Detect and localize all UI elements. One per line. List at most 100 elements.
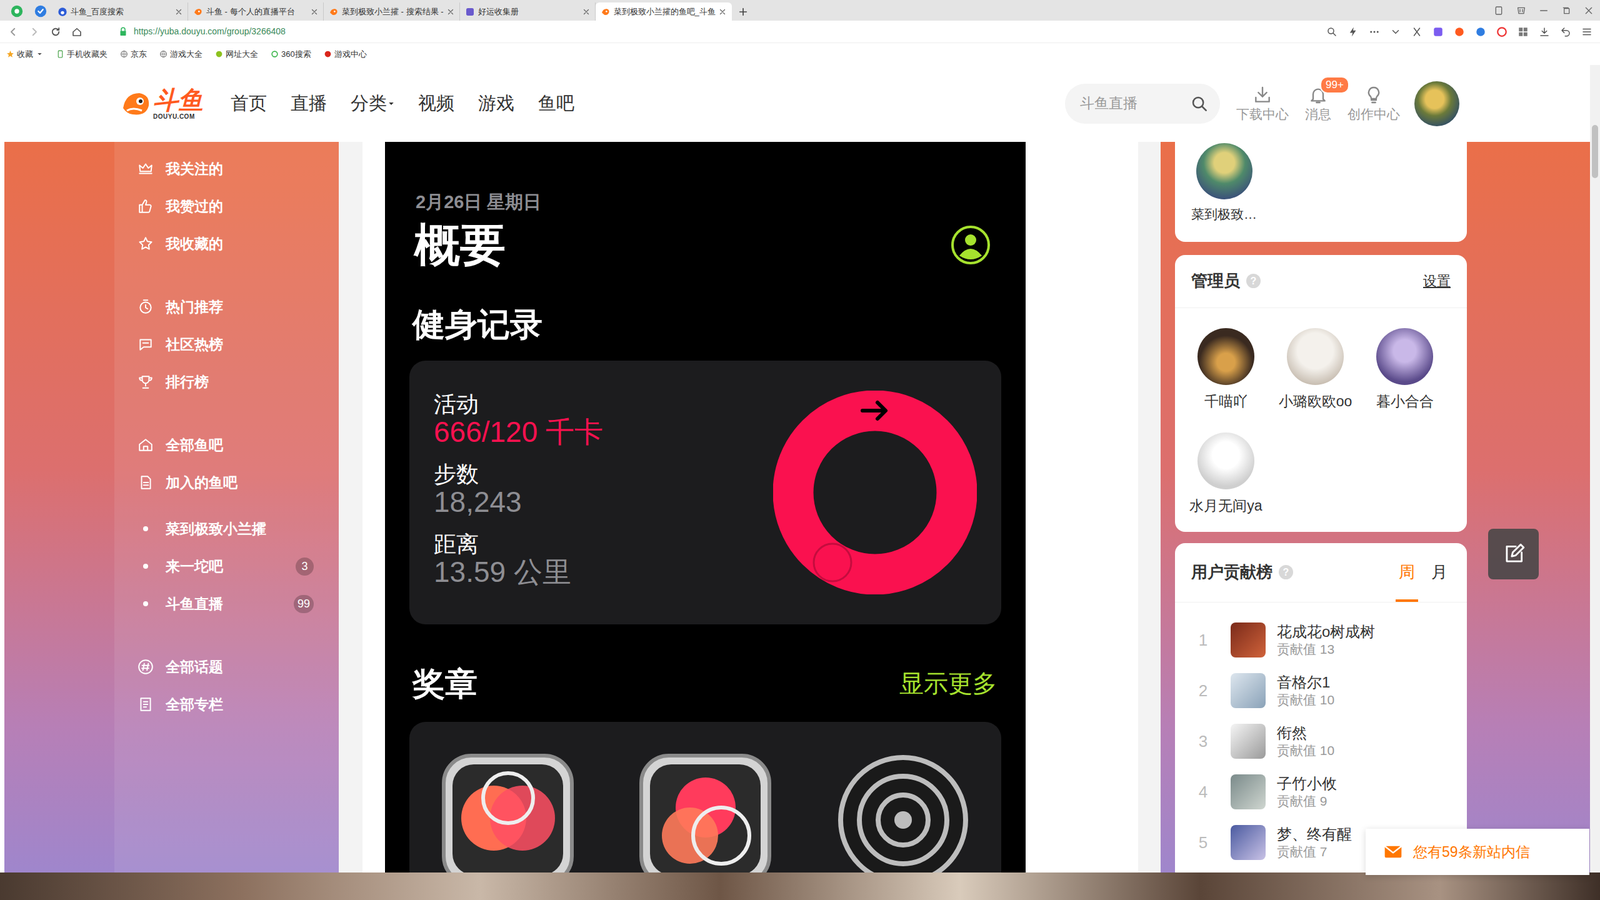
download-icon-part[interactable]	[1538, 26, 1550, 38]
bookmark[interactable]: 360搜索	[270, 48, 312, 61]
clock-icon-part-part[interactable]	[140, 300, 151, 314]
lightning-icon-part[interactable]	[1347, 26, 1359, 38]
menu-icon-part[interactable]	[1581, 26, 1593, 38]
thumb-up-icon-part[interactable]	[137, 198, 154, 215]
browser-logo-icon-part-part[interactable]	[11, 5, 23, 17]
extension-icon-part-part[interactable]	[1433, 27, 1443, 37]
close-icon-part[interactable]	[175, 8, 183, 16]
tab-label[interactable]: 好运收集册	[478, 5, 580, 19]
bookmark[interactable]: 手机收藏夹	[56, 48, 108, 61]
shield-icon[interactable]	[33, 4, 48, 19]
nav-link[interactable]: 首页	[230, 90, 267, 118]
new-tab-icon-part-part[interactable]	[739, 8, 747, 16]
admin-member[interactable]: 暮小合合	[1360, 328, 1450, 410]
user-name[interactable]: 花成花o树成树	[1276, 622, 1375, 642]
bookmark[interactable]: 网址大全	[215, 48, 259, 61]
zoom-icon-part[interactable]	[1326, 26, 1338, 38]
group-name[interactable]: 菜到极致…	[1191, 204, 1451, 225]
forward-icon-part-part[interactable]	[33, 28, 37, 35]
bookmark-label[interactable]: 游戏中心	[334, 48, 367, 61]
download-icon-part-part[interactable]	[1540, 28, 1549, 36]
crown-icon-part-part[interactable]	[139, 163, 152, 174]
scrollbar[interactable]	[1590, 65, 1600, 873]
close-icon-part-part[interactable]	[583, 9, 589, 14]
shirt-icon-part[interactable]	[1516, 5, 1527, 16]
thumb-up-icon-part-part[interactable]	[139, 200, 151, 213]
hashtag-icon-part[interactable]	[137, 658, 154, 675]
hashtag-icon-part-part[interactable]	[138, 660, 153, 674]
hashtag-icon[interactable]	[137, 658, 154, 675]
extension-icon[interactable]	[1432, 26, 1444, 38]
tab-label[interactable]: 斗鱼_百度搜索	[70, 5, 172, 19]
sidebar-item[interactable]: 全部专栏	[137, 685, 339, 724]
home-icon-part[interactable]	[71, 26, 83, 38]
sidebar-label[interactable]: 排行榜	[165, 371, 209, 394]
crown-icon[interactable]	[137, 160, 154, 177]
reload-icon[interactable]	[50, 26, 62, 38]
close-icon-part[interactable]	[446, 8, 455, 16]
scissors-icon-part-part[interactable]	[1414, 28, 1420, 36]
admin-avatar[interactable]	[1376, 328, 1434, 385]
sidebar-label[interactable]: 我赞过的	[165, 195, 224, 218]
shirt-icon-part-part[interactable]	[1518, 7, 1525, 14]
close-window-icon-part-part[interactable]	[1585, 7, 1592, 14]
ranking-tab[interactable]: 月	[1428, 543, 1451, 602]
close-icon-part-part[interactable]	[312, 9, 317, 14]
admin-avatar[interactable]	[1197, 328, 1255, 385]
browser-logo-icon[interactable]	[10, 4, 24, 19]
admin-member[interactable]: 千喵吖	[1181, 328, 1271, 410]
restore-icon-part-part[interactable]	[1563, 7, 1569, 14]
user-avatar[interactable]	[1414, 81, 1460, 127]
clock-icon-part[interactable]	[137, 298, 154, 315]
nav-label[interactable]: 游戏	[478, 90, 515, 118]
bookmark-label[interactable]: 手机收藏夹	[66, 48, 108, 61]
star-icon-part[interactable]	[137, 235, 154, 252]
browser-tab[interactable]: 菜到极致小兰攉的鱼吧_斗鱼	[595, 2, 732, 21]
sidebar-toggle-icon-part[interactable]	[1493, 5, 1504, 16]
sidebar-label[interactable]: 我收藏的	[165, 233, 224, 255]
nav-link[interactable]: 鱼吧	[538, 90, 575, 118]
close-icon[interactable]	[175, 8, 183, 16]
edit-icon[interactable]	[1501, 542, 1526, 567]
bulb-icon[interactable]	[1363, 85, 1384, 105]
zoom-icon[interactable]	[1326, 26, 1338, 38]
shirt-icon[interactable]	[1516, 5, 1527, 16]
sidebar-toggle-icon-part-part[interactable]	[1495, 6, 1502, 15]
column-icon-part[interactable]	[137, 696, 154, 713]
menu-icon[interactable]	[1581, 26, 1593, 38]
extension-icon-part-part[interactable]	[1476, 27, 1485, 37]
browser-tab[interactable]: 斗鱼_百度搜索	[52, 2, 189, 21]
browser-logo-icon-part[interactable]	[10, 4, 24, 19]
sidebar-label[interactable]: 全部话题	[165, 656, 224, 679]
apps-icon-part-part[interactable]	[1518, 31, 1523, 36]
mascot-icon[interactable]	[120, 88, 152, 120]
sidebar-item[interactable]: 来一坨吧3	[137, 547, 339, 585]
bookmark[interactable]: 游戏中心	[323, 48, 367, 61]
scissors-icon[interactable]	[1411, 26, 1423, 38]
scrollbar-thumb[interactable]	[1591, 125, 1599, 179]
sidebar-label[interactable]: 热门推荐	[165, 296, 224, 319]
group-avatar[interactable]	[1196, 143, 1253, 200]
column-icon[interactable]	[137, 696, 154, 713]
caret-icon-part-part[interactable]	[388, 101, 394, 105]
ranking-tab[interactable]: 周	[1395, 543, 1419, 602]
zoom-icon-part-part[interactable]	[1333, 33, 1336, 36]
back-icon-part-part[interactable]	[11, 28, 15, 35]
zoom-icon-part-part[interactable]	[1328, 28, 1334, 34]
restore-icon[interactable]	[1561, 5, 1572, 16]
tool-label[interactable]: 创作中心	[1347, 106, 1400, 122]
sidebar-item[interactable]: 全部话题	[137, 648, 339, 686]
sidebar-label[interactable]: 社区热榜	[165, 333, 224, 356]
nav-label[interactable]: 直播	[290, 90, 327, 118]
house-icon-part-part[interactable]	[139, 439, 152, 450]
document-icon-part[interactable]	[137, 474, 154, 491]
nav-label[interactable]: 首页	[230, 90, 267, 118]
mascot-icon-part-part[interactable]	[136, 97, 144, 105]
bulb-icon-part-part[interactable]	[1368, 87, 1379, 103]
dropdown-icon-part-part[interactable]	[1393, 30, 1399, 34]
more-icon-part[interactable]	[1368, 26, 1380, 38]
sidebar-item[interactable]: 菜到极致小兰攉	[137, 510, 339, 548]
close-icon[interactable]	[582, 8, 590, 16]
search-box[interactable]	[1065, 83, 1220, 124]
sidebar-item[interactable]: 斗鱼直播99	[137, 585, 339, 623]
